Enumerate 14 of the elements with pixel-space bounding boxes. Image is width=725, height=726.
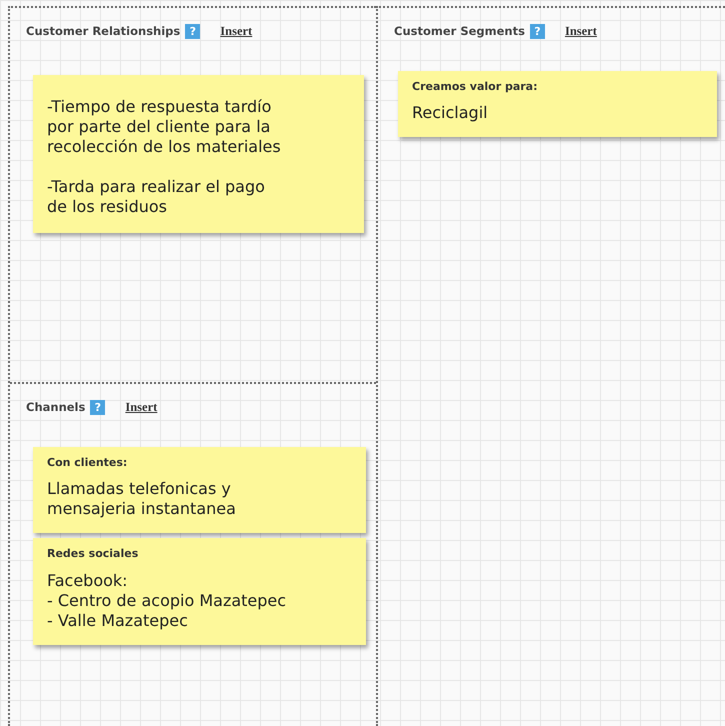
note-text: Reciclagil [412, 103, 489, 124]
note-heading: Redes sociales [47, 546, 140, 562]
panel-title: Customer Relationships [26, 22, 180, 40]
panel-title: Channels [26, 398, 86, 416]
panel-title: Customer Segments [394, 22, 525, 40]
note-text: -Tarda para realizar el pago de los residuos [47, 176, 266, 217]
note-text: Llamadas telefonicas y mensajeria instantanea [47, 479, 237, 520]
note-heading: Creamos valor para: [412, 78, 538, 95]
note-text: Facebook: - Centro de acopio Mazatepec - Valle Mazatepec [47, 570, 288, 631]
note-text: -Tiempo de respuesta tardío por parte del cliente para la recolección de los materiales [47, 96, 282, 157]
insert-link[interactable]: Insert [220, 22, 252, 41]
insert-link[interactable]: Insert [564, 22, 597, 41]
note-heading: Con clientes: [47, 454, 128, 471]
insert-link[interactable]: Insert [125, 398, 158, 417]
